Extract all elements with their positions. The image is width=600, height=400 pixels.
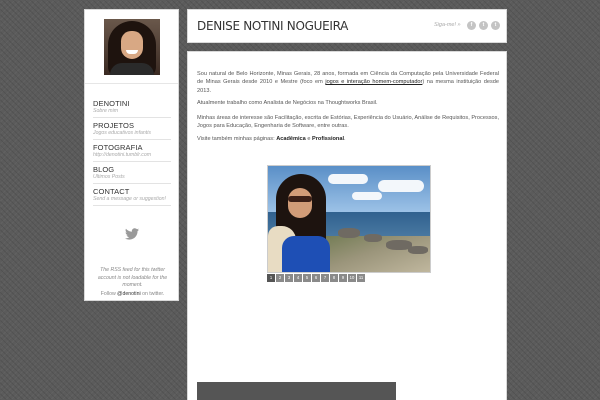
site-title[interactable]: DENISE NOTINI NOGUEIRA (197, 19, 348, 33)
sidebar-item-blog[interactable]: BLOG Últimos Posts (93, 162, 171, 184)
bio-paragraph-4: Visite também minhas páginas: Acadêmica … (197, 136, 346, 142)
facebook-icon[interactable]: f (467, 21, 476, 30)
sidebar-nav: DENOTINI Sobre mim PROJETOS Jogos educat… (85, 96, 178, 206)
sidebar-item-title: BLOG (93, 165, 115, 174)
avatar[interactable] (103, 18, 160, 75)
sidebar: DENOTINI Sobre mim PROJETOS Jogos educat… (84, 9, 179, 301)
sidebar-item-title: FOTOGRAFIA (93, 143, 143, 152)
site-header: DENISE NOTINI NOGUEIRA Siga-me! » f t t (187, 9, 507, 43)
gallery-page-button[interactable]: 11 (357, 274, 365, 282)
bio-paragraph-3: Minhas áreas de interesse são Facilitaçã… (197, 115, 499, 130)
sidebar-item-subtitle: http://denotini.tumblr.com (93, 152, 152, 158)
sidebar-item-contact[interactable]: CONTACT Send a message or suggestion! (93, 184, 171, 206)
twitter-follow-line: Follow @denotini on twitter. (91, 291, 174, 298)
gallery-page-button[interactable]: 6 (312, 274, 320, 282)
gallery-page-button[interactable]: 8 (330, 274, 338, 282)
gallery-page-button[interactable]: 5 (303, 274, 311, 282)
bio-paragraph-1: Sou natural de Belo Horizonte, Minas Ger… (197, 71, 500, 94)
gallery-pager: 1 2 3 4 5 6 7 8 9 10 11 (267, 274, 365, 283)
twitter-icon[interactable]: t (479, 21, 488, 30)
sidebar-item-subtitle: Sobre mim (93, 108, 119, 114)
gallery-page-button[interactable]: 4 (294, 274, 302, 282)
tumblr-icon[interactable]: t (491, 21, 500, 30)
gallery-page-button[interactable]: 2 (276, 274, 284, 282)
bio-paragraph-2: Atualmente trabalho como Analista de Neg… (197, 100, 378, 106)
gallery-page-button[interactable]: 9 (339, 274, 347, 282)
twitter-follow-suffix: on twitter. (142, 291, 165, 297)
embedded-media-box (197, 382, 396, 400)
thesis-link[interactable]: jogos e interação homem-computador (325, 79, 422, 85)
academica-link[interactable]: Acadêmica (276, 136, 306, 142)
twitter-handle-link[interactable]: @denotini (117, 291, 140, 297)
gallery-page-button[interactable]: 7 (321, 274, 329, 282)
sidebar-item-title: PROJETOS (93, 121, 135, 130)
sidebar-item-fotografia[interactable]: FOTOGRAFIA http://denotini.tumblr.com (93, 140, 171, 162)
profissional-link[interactable]: Profissional (312, 136, 344, 142)
gallery-page-button[interactable]: 10 (348, 274, 356, 282)
twitter-feed-note: The RSS feed for this twitter account is… (97, 267, 168, 288)
sidebar-item-denotini[interactable]: DENOTINI Sobre mim (93, 96, 171, 118)
photo-gallery[interactable] (267, 165, 431, 273)
avatar-container (85, 10, 178, 84)
sidebar-item-subtitle: Send a message or suggestion! (93, 196, 166, 202)
sidebar-item-title: DENOTINI (93, 99, 130, 108)
twitter-follow-prefix: Follow (100, 291, 116, 297)
main-content: Sou natural de Belo Horizonte, Minas Ger… (187, 51, 507, 400)
twitter-bird-icon (125, 228, 139, 240)
gallery-page-button[interactable]: 3 (285, 274, 293, 282)
gallery-page-button[interactable]: 1 (267, 274, 275, 282)
follow-label: Siga-me! » (434, 22, 461, 28)
sidebar-item-projetos[interactable]: PROJETOS Jogos educativos infantis (93, 118, 171, 140)
sidebar-item-subtitle: Últimos Posts (93, 174, 125, 180)
sidebar-item-subtitle: Jogos educativos infantis (93, 130, 151, 136)
sidebar-item-title: CONTACT (93, 187, 130, 196)
